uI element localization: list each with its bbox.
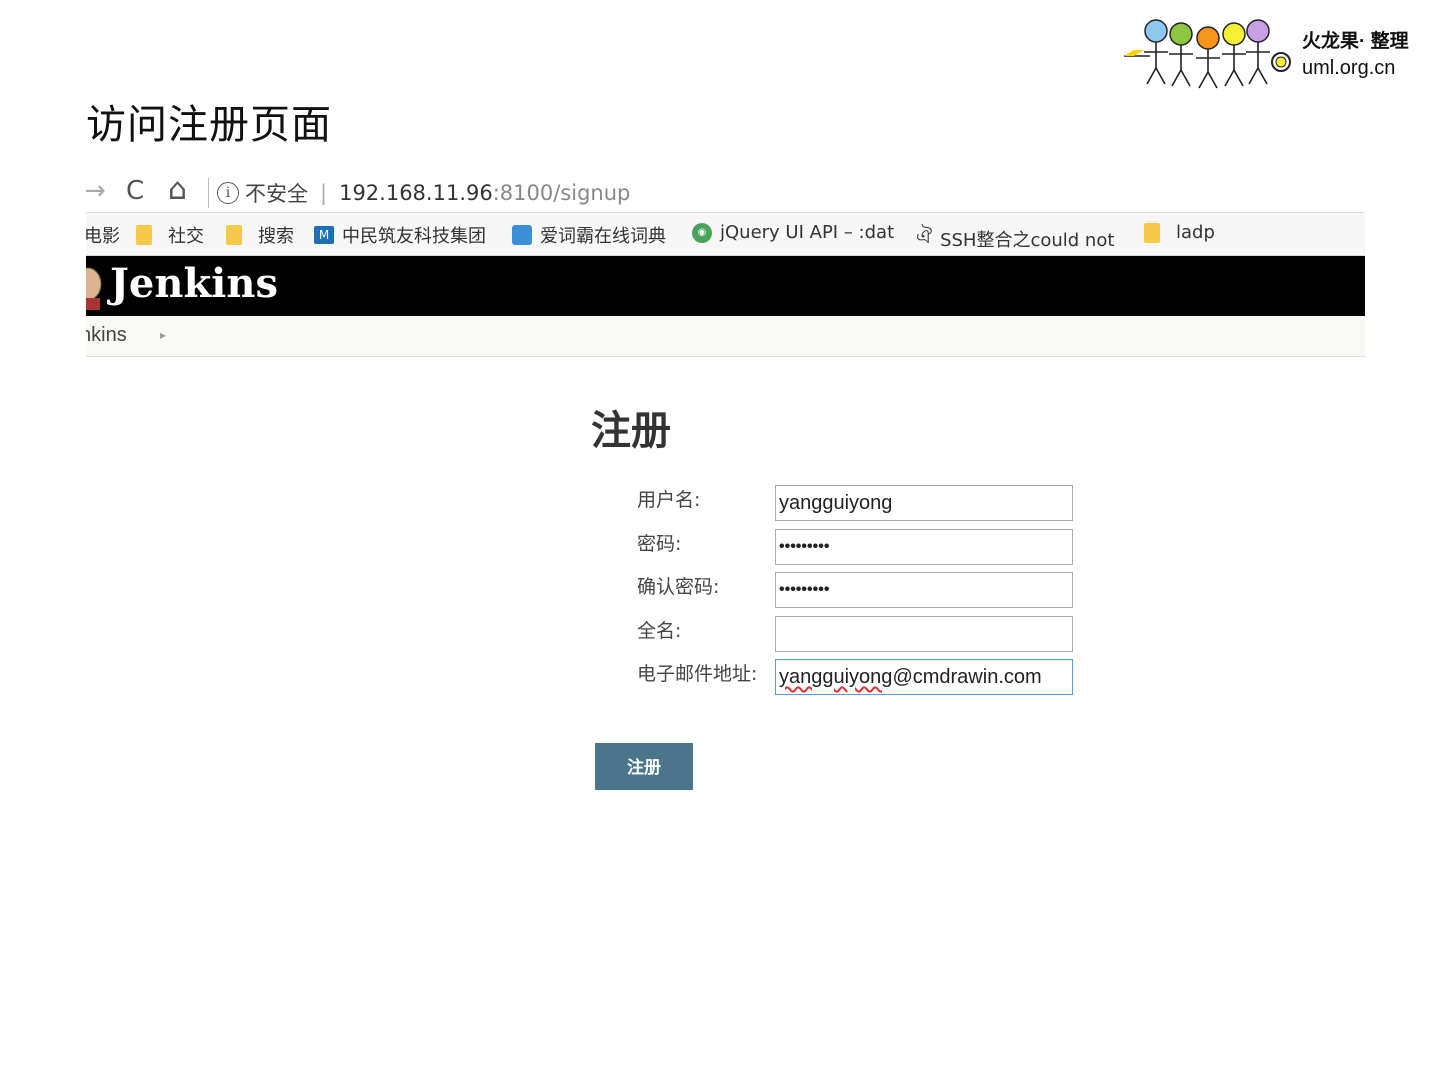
bookmark-label: 中民筑友科技集团 — [342, 226, 486, 247]
info-icon[interactable]: i — [217, 182, 239, 204]
bookmark-social[interactable]: 社交 — [136, 222, 204, 248]
bookmarks-bar: 电影 社交 搜索 M 中民筑友科技集团 爱词霸在线词典 ◉ jQuery UI … — [86, 212, 1365, 256]
bookmark-label: 搜索 — [258, 226, 294, 247]
username-input[interactable]: yangguiyong — [775, 485, 1073, 521]
address-path: :8100/signup — [492, 181, 631, 205]
signup-title: 注册 — [591, 408, 671, 454]
email-value-user: yangguiyong — [779, 666, 893, 688]
confirm-password-label: 确认密码: — [637, 576, 720, 598]
email-label: 电子邮件地址: — [637, 663, 758, 685]
email-value-domain: @cmdrawin.com — [892, 666, 1042, 688]
slide-title: 访问注册页面 — [86, 102, 332, 148]
blue-square-icon: M — [314, 226, 334, 244]
bookmark-zhongmin[interactable]: M 中民筑友科技集团 — [314, 222, 486, 248]
bookmark-label: 电影 — [86, 226, 120, 247]
home-button[interactable]: ⌂ — [168, 172, 187, 207]
address-bar[interactable]: i 不安全 | 192.168.11.96:8100/signup — [208, 178, 630, 208]
browser-screenshot: → C ⌂ i 不安全 | 192.168.11.96:8100/signup … — [86, 172, 1365, 812]
bookmark-jquery-ui[interactable]: ◉ jQuery UI API – :dat — [692, 222, 894, 243]
logo-text: 火龙果· 整理 uml.org.cn — [1302, 26, 1409, 80]
bookmark-label: 社交 — [168, 226, 204, 247]
username-label: 用户名: — [637, 489, 701, 511]
bookmark-movies[interactable]: 电影 — [86, 222, 120, 248]
bookmark-ladp[interactable]: ladp — [1144, 222, 1215, 243]
password-label: 密码: — [637, 533, 682, 555]
breadcrumb-root[interactable]: nkins — [86, 324, 127, 347]
fullname-label: 全名: — [637, 620, 682, 642]
jenkins-butler-icon[interactable] — [86, 262, 104, 310]
email-input[interactable]: yangguiyong@cmdrawin.com — [775, 659, 1073, 695]
fullname-input[interactable] — [775, 616, 1073, 652]
folder-icon — [226, 225, 242, 245]
bookmark-label: SSH整合之could not — [940, 229, 1115, 251]
jenkins-header: Jenkins — [86, 256, 1365, 316]
confirm-password-input[interactable]: ••••••••• — [775, 572, 1073, 608]
bookmark-iciba[interactable]: 爱词霸在线词典 — [512, 222, 666, 248]
folder-icon — [1144, 222, 1160, 243]
green-circle-icon: ◉ — [692, 222, 712, 243]
security-label: 不安全 — [245, 182, 308, 206]
bookmark-label: ladp — [1176, 222, 1215, 243]
logo-line2: uml.org.cn — [1302, 57, 1396, 79]
script-icon: ঐ — [916, 224, 933, 248]
signup-button[interactable]: 注册 — [595, 743, 693, 790]
browser-navbar: → C ⌂ i 不安全 | 192.168.11.96:8100/signup — [86, 172, 1365, 212]
logo-line1: 火龙果· 整理 — [1302, 31, 1409, 52]
reload-button[interactable]: C — [126, 176, 144, 206]
folder-icon — [136, 225, 152, 245]
dictionary-icon — [512, 225, 532, 245]
bookmark-label: 爱词霸在线词典 — [540, 226, 666, 247]
forward-button[interactable]: → — [86, 176, 106, 206]
bookmark-search[interactable]: 搜索 — [226, 222, 294, 248]
address-separator: | — [320, 181, 328, 205]
bookmark-ssh[interactable]: ঐ SSH整合之could not — [916, 222, 1114, 255]
bookmark-label: jQuery UI API – :dat — [720, 222, 895, 243]
breadcrumb: nkins ▸ — [86, 316, 1365, 357]
breadcrumb-arrow-icon[interactable]: ▸ — [160, 328, 166, 342]
jenkins-title[interactable]: Jenkins — [110, 260, 278, 307]
password-input[interactable]: ••••••••• — [775, 529, 1073, 565]
address-host: 192.168.11.96 — [339, 181, 493, 205]
